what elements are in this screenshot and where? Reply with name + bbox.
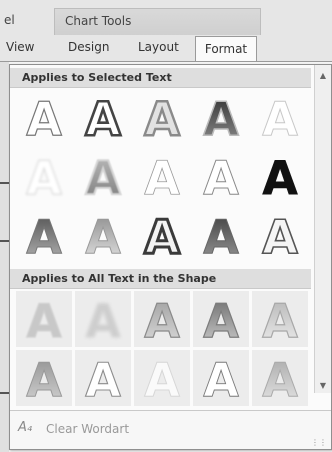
chart-tools-group: Chart Tools [54, 8, 261, 35]
wordart-glyph: A [26, 353, 62, 404]
clear-wordart-button[interactable]: A₄ Clear Wordart [14, 417, 154, 441]
wordart-style-outline-thin-2[interactable]: A [193, 350, 249, 406]
wordart-style-outline-white[interactable]: A [193, 148, 249, 204]
wordart-glyph: A [144, 294, 180, 345]
wordart-style-glow-light[interactable]: A [16, 148, 72, 204]
wordart-style-gradient-3d-light[interactable]: A [252, 291, 308, 347]
wordart-glyph: A [203, 210, 239, 261]
wordart-style-solid-black[interactable]: A [252, 148, 308, 204]
wordart-glyph: A [144, 92, 180, 143]
wordart-style-outline-gray[interactable]: A [134, 89, 190, 145]
wordart-glyph: A [262, 353, 298, 404]
scroll-down-arrow-icon[interactable]: ▼ [315, 379, 331, 393]
wordart-style-glow-gray[interactable]: A [75, 148, 131, 204]
wordart-glyph: A [85, 294, 121, 345]
wordart-style-faded-outline[interactable]: A [134, 350, 190, 406]
wordart-glyph: A [85, 353, 121, 404]
wordart-glyph: A [26, 294, 62, 345]
wordart-glyph: A [144, 151, 180, 202]
wordart-style-gradient-light-2[interactable]: A [252, 350, 308, 406]
tab-design[interactable]: Design [68, 40, 109, 54]
section-header-all-text: Applies to All Text in the Shape [10, 269, 311, 289]
edge-mark [0, 182, 9, 184]
wordart-glyph: A [85, 92, 121, 143]
wordart-style-double-outline[interactable]: A [134, 207, 190, 263]
edge-mark [0, 392, 9, 394]
ribbon: el Chart Tools View Design Layout Format [0, 0, 332, 62]
wordart-style-gradient-light[interactable]: A [75, 207, 131, 263]
clear-wordart-label: Clear Wordart [46, 422, 130, 436]
selected-text-styles-grid: AAAAAAAAAAAAAAA [10, 89, 311, 275]
tab-layout[interactable]: Layout [138, 40, 179, 54]
ribbon-tab-fragment[interactable]: el [4, 13, 15, 27]
wordart-style-blur-gray[interactable]: A [75, 291, 131, 347]
wordart-glyph: A [203, 151, 239, 202]
edge-mark [0, 240, 9, 242]
all-text-styles-grid: AAAAAAAAAA [10, 291, 311, 406]
wordart-style-outline-light[interactable]: A [252, 89, 308, 145]
wordart-style-gradient-3d-dark[interactable]: A [193, 291, 249, 347]
wordart-styles-gallery: Applies to Selected Text AAAAAAAAAAAAAAA… [9, 64, 332, 450]
wordart-style-gradient-gray-2[interactable]: A [16, 350, 72, 406]
wordart-style-outline-bold[interactable]: A [75, 89, 131, 145]
wordart-glyph: A [26, 210, 62, 261]
wordart-style-gradient-dark[interactable]: A [193, 89, 249, 145]
tab-view[interactable]: View [6, 40, 34, 54]
gallery-scrollbar[interactable]: ▲ ▼ [314, 65, 331, 393]
wordart-glyph: A [203, 92, 239, 143]
wordart-glyph: A [203, 353, 239, 404]
wordart-style-gradient-gray[interactable]: A [16, 207, 72, 263]
wordart-glyph: A [85, 151, 121, 202]
wordart-glyph: A [26, 151, 62, 202]
ribbon-tabs: View Design Layout Format [0, 36, 332, 62]
wordart-glyph: A [144, 210, 180, 261]
document-edge [0, 62, 9, 452]
chart-tools-title: Chart Tools [65, 14, 132, 28]
gallery-footer: A₄ Clear Wordart ⋮⋮ [10, 410, 331, 449]
tab-format[interactable]: Format [195, 36, 257, 62]
resize-grip-icon[interactable]: ⋮⋮ [311, 439, 327, 447]
wordart-glyph: A [144, 353, 180, 404]
wordart-glyph: A [26, 92, 62, 143]
tab-divider [0, 61, 332, 62]
wordart-style-gradient-dark-2[interactable]: A [193, 207, 249, 263]
wordart-style-gradient-3d[interactable]: A [134, 291, 190, 347]
wordart-glyph: A [203, 294, 239, 345]
wordart-glyph: A [262, 92, 298, 143]
clear-formatting-icon: A₄ [18, 420, 33, 435]
wordart-glyph: A [262, 210, 298, 261]
wordart-style-outline-plain[interactable]: A [16, 89, 72, 145]
wordart-glyph: A [262, 151, 298, 202]
wordart-style-outline-thin[interactable]: A [134, 148, 190, 204]
wordart-glyph: A [85, 210, 121, 261]
section-header-selected-text: Applies to Selected Text [10, 68, 311, 88]
wordart-style-outline-plain-2[interactable]: A [75, 350, 131, 406]
wordart-glyph: A [262, 294, 298, 345]
wordart-style-shadow-gray[interactable]: A [16, 291, 72, 347]
scroll-up-arrow-icon[interactable]: ▲ [315, 69, 331, 83]
wordart-style-outline-dark[interactable]: A [252, 207, 308, 263]
